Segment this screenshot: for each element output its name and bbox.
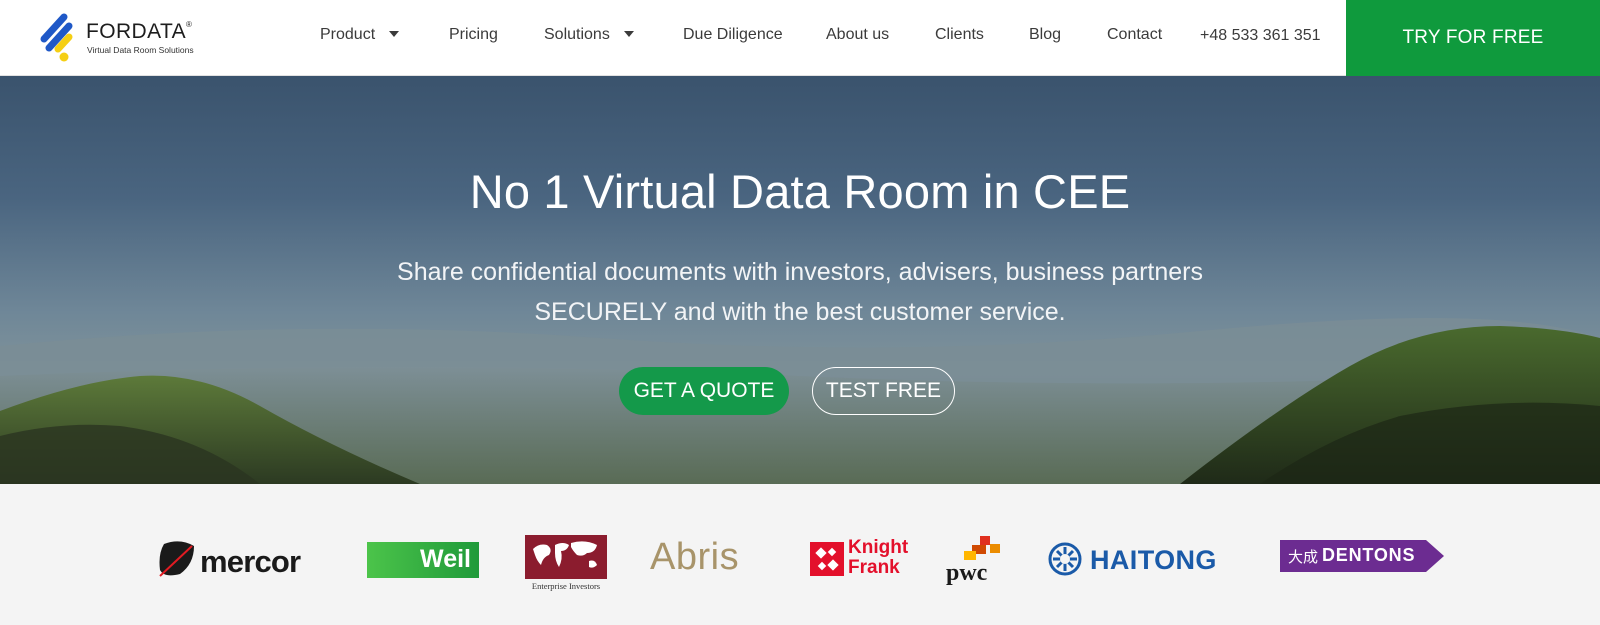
nav-product[interactable]: Product <box>320 26 400 44</box>
fordata-logo-icon <box>40 13 73 62</box>
brand-tagline: Virtual Data Room Solutions <box>87 45 194 55</box>
abris-logo: Abris <box>650 536 762 580</box>
knight-frank-wordmark-line-1: Knight <box>848 537 909 558</box>
dentons-wordmark: DENTONS <box>1322 545 1416 565</box>
nav-pricing[interactable]: Pricing <box>449 26 498 44</box>
get-a-quote-button[interactable]: GET A QUOTE <box>619 367 789 415</box>
nav-solutions-label: Solutions <box>544 26 610 43</box>
nav-product-label: Product <box>320 26 376 43</box>
world-map-icon <box>525 535 607 579</box>
weil-logo: Weil <box>367 542 479 578</box>
hero-subtitle: Share confidential documents with invest… <box>300 252 1300 332</box>
hero-section: No 1 Virtual Data Room in CEE Share conf… <box>0 76 1600 484</box>
fordata-logo[interactable]: FORDATA® Virtual Data Room Solutions <box>40 12 210 62</box>
chevron-down-icon <box>389 30 400 37</box>
hero-subtitle-line-1: Share confidential documents with invest… <box>397 258 1203 286</box>
client-logos-strip: mercor Weil Enterprise Investors Abris K… <box>0 484 1600 625</box>
haitong-wordmark: HAITONG <box>1090 545 1217 575</box>
nav-blog[interactable]: Blog <box>1029 26 1061 44</box>
brand-name: FORDATA® <box>86 20 193 43</box>
pwc-logo: pwc <box>944 536 1008 590</box>
knight-frank-logo: Knight Frank <box>810 538 910 580</box>
hero-subtitle-line-2: SECURELY and with the best customer serv… <box>534 298 1066 326</box>
leaf-icon <box>159 541 194 577</box>
pwc-blocks-icon <box>964 536 1000 560</box>
knight-frank-emblem-icon <box>810 542 844 576</box>
nav-about-us[interactable]: About us <box>826 26 889 44</box>
haitong-emblem-icon <box>1048 542 1082 576</box>
dentons-chinese-mark: 大成 <box>1288 549 1319 566</box>
phone-link[interactable]: +48 533 361 351 <box>1200 27 1321 45</box>
nav-about-us-label: About us <box>826 26 890 43</box>
haitong-logo: HAITONG <box>1048 540 1234 580</box>
nav-solutions[interactable]: Solutions <box>544 26 634 44</box>
enterprise-investors-wordmark: Enterprise Investors <box>531 581 601 591</box>
chevron-down-icon <box>623 30 634 37</box>
nav-contact[interactable]: Contact <box>1107 26 1162 44</box>
dentons-logo: 大成 DENTONS <box>1280 540 1444 572</box>
nav-blog-label: Blog <box>1029 26 1062 43</box>
weil-wordmark: Weil <box>420 545 471 573</box>
test-free-button[interactable]: TEST FREE <box>812 367 955 415</box>
nav-contact-label: Contact <box>1107 26 1163 43</box>
site-header: FORDATA® Virtual Data Room Solutions Pro… <box>0 0 1600 76</box>
abris-wordmark: Abris <box>650 536 740 578</box>
knight-frank-wordmark-line-2: Frank <box>848 557 900 578</box>
mercor-logo: mercor <box>158 540 326 580</box>
nav-due-diligence-label: Due Diligence <box>683 26 783 43</box>
nav-clients[interactable]: Clients <box>935 26 984 44</box>
nav-pricing-label: Pricing <box>449 26 498 43</box>
pwc-wordmark: pwc <box>946 560 988 586</box>
hero-title: No 1 Virtual Data Room in CEE <box>469 165 1131 218</box>
enterprise-investors-logo: Enterprise Investors <box>524 535 608 595</box>
nav-due-diligence[interactable]: Due Diligence <box>683 26 783 44</box>
mercor-wordmark: mercor <box>200 544 301 579</box>
nav-clients-label: Clients <box>935 26 984 43</box>
try-for-free-button[interactable]: TRY FOR FREE <box>1346 0 1600 76</box>
